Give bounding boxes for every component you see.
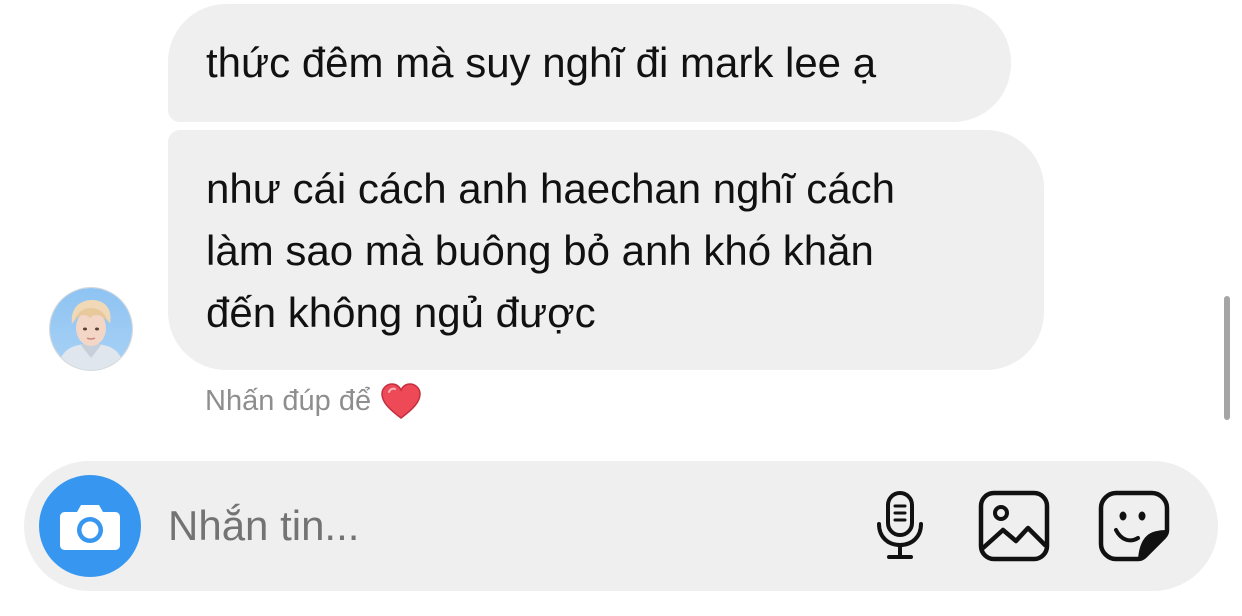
message-text: thức đêm mà suy nghĩ đi mark lee ạ [206,39,877,86]
gallery-button[interactable] [974,486,1054,566]
sticker-button[interactable] [1094,486,1174,566]
microphone-icon [877,491,923,559]
camera-icon [60,505,120,550]
sticker-icon [1098,490,1170,562]
microphone-button[interactable] [860,486,940,566]
message-bubble[interactable]: như cái cách anh haechan nghĩ cách làm s… [168,130,1044,370]
message-composer [24,461,1218,591]
avatar[interactable] [49,287,133,371]
message-input[interactable] [168,496,768,556]
message-text: như cái cách anh haechan nghĩ cách làm s… [206,165,895,336]
image-icon [978,490,1050,562]
chat-screen: thức đêm mà suy nghĩ đi mark lee ạ như c… [0,0,1242,616]
heart-icon[interactable] [381,383,421,419]
message-bubble[interactable]: thức đêm mà suy nghĩ đi mark lee ạ [168,4,1011,122]
camera-button[interactable] [39,475,141,577]
double-tap-hint: Nhấn đúp để [205,380,421,422]
avatar-image [50,288,132,370]
scrollbar[interactable] [1224,296,1230,420]
hint-text: Nhấn đúp để [205,384,372,417]
